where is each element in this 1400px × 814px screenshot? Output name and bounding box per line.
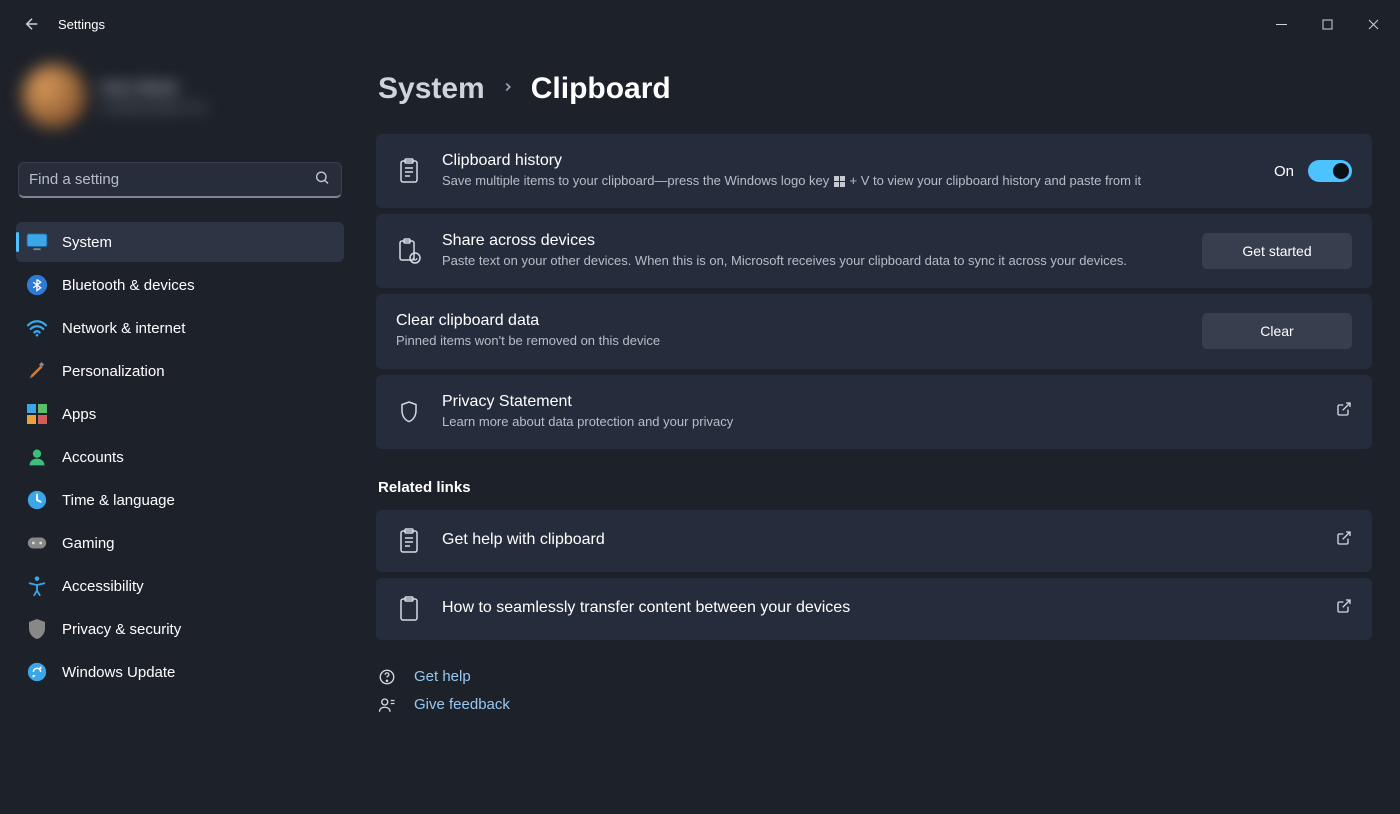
clock-icon	[26, 489, 48, 511]
sidebar-item-label: Accessibility	[62, 578, 144, 595]
nav: System Bluetooth & devices Network & int…	[16, 222, 344, 692]
card-help-clipboard[interactable]: Get help with clipboard	[376, 510, 1372, 572]
link-label: Get help	[414, 668, 471, 685]
sidebar-item-label: Privacy & security	[62, 621, 181, 638]
link-label: Give feedback	[414, 696, 510, 713]
windows-key-icon	[834, 176, 845, 187]
sidebar-item-time-language[interactable]: Time & language	[16, 480, 344, 520]
sidebar: User Name user@example.com System Blue	[0, 48, 360, 814]
sidebar-item-privacy[interactable]: Privacy & security	[16, 609, 344, 649]
card-desc: Learn more about data protection and you…	[442, 413, 1162, 431]
clipboard-icon	[396, 158, 422, 184]
open-external-icon	[1336, 598, 1352, 619]
card-share-devices: Share across devices Paste text on your …	[376, 214, 1372, 288]
breadcrumb-current: Clipboard	[531, 72, 671, 106]
sidebar-item-apps[interactable]: Apps	[16, 394, 344, 434]
arrow-left-icon	[23, 15, 41, 33]
card-title: How to seamlessly transfer content betwe…	[442, 599, 1316, 617]
close-button[interactable]	[1350, 8, 1396, 40]
card-clipboard-history: Clipboard history Save multiple items to…	[376, 134, 1372, 208]
profile-name: User Name	[100, 79, 207, 96]
sidebar-item-gaming[interactable]: Gaming	[16, 523, 344, 563]
sidebar-item-label: System	[62, 234, 112, 251]
shield-outline-icon	[396, 400, 422, 424]
clipboard-icon	[396, 528, 422, 554]
sidebar-item-windows-update[interactable]: Windows Update	[16, 652, 344, 692]
person-icon	[26, 446, 48, 468]
sidebar-item-label: Gaming	[62, 535, 115, 552]
sidebar-item-label: Apps	[62, 406, 96, 423]
card-privacy-statement[interactable]: Privacy Statement Learn more about data …	[376, 375, 1372, 449]
card-title: Clipboard history	[442, 152, 1254, 170]
wifi-icon	[26, 317, 48, 339]
open-external-icon	[1336, 401, 1352, 422]
sidebar-item-personalization[interactable]: Personalization	[16, 351, 344, 391]
clipboard-empty-icon	[396, 596, 422, 622]
avatar	[22, 64, 86, 128]
card-title: Share across devices	[442, 232, 1182, 250]
related-links-heading: Related links	[378, 479, 1372, 496]
card-title: Get help with clipboard	[442, 531, 1316, 549]
card-title: Privacy Statement	[442, 393, 1316, 411]
maximize-button[interactable]	[1304, 8, 1350, 40]
breadcrumb: System Clipboard	[376, 72, 1372, 106]
chevron-right-icon	[501, 80, 515, 99]
profile-email: user@example.com	[100, 100, 207, 114]
give-feedback-link[interactable]: Give feedback	[378, 696, 1372, 714]
footer-links: Get help Give feedback	[376, 668, 1372, 714]
sidebar-item-label: Accounts	[62, 449, 124, 466]
clipboard-history-toggle[interactable]	[1308, 160, 1352, 182]
card-transfer-content[interactable]: How to seamlessly transfer content betwe…	[376, 578, 1372, 640]
clipboard-sync-icon	[396, 238, 422, 264]
clear-button[interactable]: Clear	[1202, 313, 1352, 349]
sidebar-item-label: Personalization	[62, 363, 165, 380]
sidebar-item-accessibility[interactable]: Accessibility	[16, 566, 344, 606]
apps-icon	[26, 403, 48, 425]
sidebar-item-label: Time & language	[62, 492, 175, 509]
get-started-button[interactable]: Get started	[1202, 233, 1352, 269]
titlebar: Settings	[0, 0, 1400, 48]
accessibility-icon	[26, 575, 48, 597]
feedback-icon	[378, 696, 396, 714]
help-icon	[378, 668, 396, 686]
bluetooth-icon	[26, 274, 48, 296]
minimize-button[interactable]	[1258, 8, 1304, 40]
window-controls	[1258, 8, 1396, 40]
back-button[interactable]	[20, 12, 44, 36]
minimize-icon	[1276, 19, 1287, 30]
sidebar-item-system[interactable]: System	[16, 222, 344, 262]
breadcrumb-parent[interactable]: System	[378, 72, 485, 106]
card-desc: Paste text on your other devices. When t…	[442, 252, 1162, 270]
search-wrap	[18, 162, 342, 198]
get-help-link[interactable]: Get help	[378, 668, 1372, 686]
sidebar-item-label: Network & internet	[62, 320, 185, 337]
update-icon	[26, 661, 48, 683]
search-icon	[314, 170, 330, 191]
sidebar-item-network[interactable]: Network & internet	[16, 308, 344, 348]
card-desc: Save multiple items to your clipboard—pr…	[442, 172, 1162, 190]
sidebar-item-bluetooth[interactable]: Bluetooth & devices	[16, 265, 344, 305]
search-input[interactable]	[18, 162, 342, 198]
maximize-icon	[1322, 19, 1333, 30]
shield-icon	[26, 618, 48, 640]
profile-block[interactable]: User Name user@example.com	[16, 56, 344, 142]
toggle-label: On	[1274, 163, 1294, 180]
brush-icon	[26, 360, 48, 382]
card-clear-clipboard: Clear clipboard data Pinned items won't …	[376, 294, 1372, 368]
sidebar-item-accounts[interactable]: Accounts	[16, 437, 344, 477]
monitor-icon	[26, 231, 48, 253]
sidebar-item-label: Bluetooth & devices	[62, 277, 195, 294]
sidebar-item-label: Windows Update	[62, 664, 175, 681]
card-desc: Pinned items won't be removed on this de…	[396, 332, 1116, 350]
close-icon	[1368, 19, 1379, 30]
window-title: Settings	[58, 17, 105, 32]
gamepad-icon	[26, 532, 48, 554]
card-title: Clear clipboard data	[396, 312, 1182, 330]
open-external-icon	[1336, 530, 1352, 551]
main-pane: System Clipboard Clipboard history Save …	[360, 48, 1400, 814]
